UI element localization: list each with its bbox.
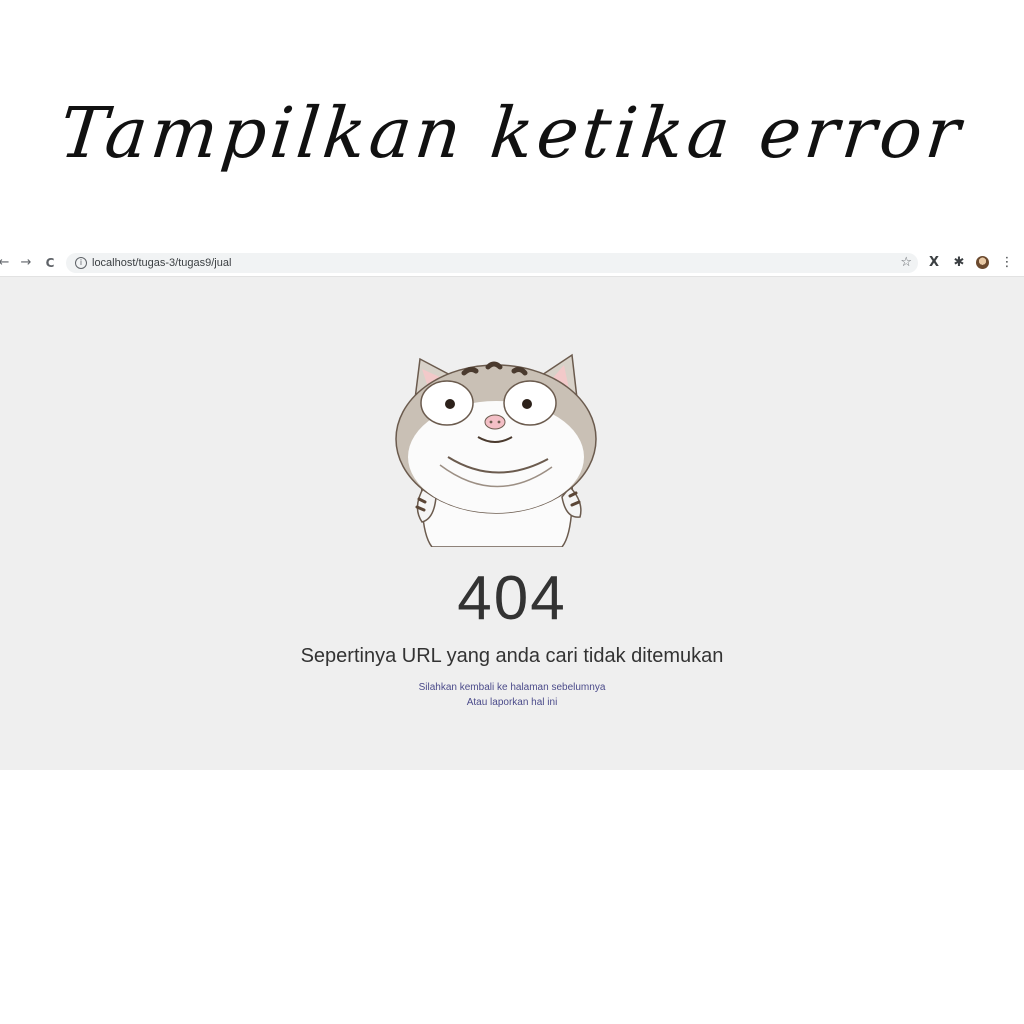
reload-icon[interactable]: C <box>40 253 60 273</box>
report-link[interactable]: Atau laporkan hal ini <box>467 697 558 708</box>
back-link[interactable]: Silahkan kembali ke halaman sebelumnya <box>419 682 606 693</box>
back-arrow-icon[interactable]: ← <box>0 253 14 273</box>
error-code: 404 <box>457 564 567 633</box>
info-icon[interactable]: i <box>75 257 87 269</box>
url-text[interactable]: localhost/tugas-3/tugas9/jual <box>92 253 231 273</box>
bookmark-star-icon[interactable]: ☆ <box>900 253 912 273</box>
profile-avatar[interactable] <box>976 256 989 269</box>
puzzle-extension-icon[interactable]: ✱ <box>950 253 968 273</box>
browser-toolbar: ← → C i localhost/tugas-3/tugas9/jual ☆ … <box>0 250 1024 277</box>
cat-illustration <box>395 353 597 547</box>
forward-arrow-icon[interactable]: → <box>16 253 36 273</box>
error-message: Sepertinya URL yang anda cari tidak dite… <box>300 645 724 667</box>
caption-title: Tampilkan ketika error <box>56 92 968 174</box>
browser-menu-icon[interactable]: ⋮ <box>998 253 1016 273</box>
x-extension-icon[interactable]: X <box>925 253 943 273</box>
address-bar[interactable]: i localhost/tugas-3/tugas9/jual ☆ <box>66 253 918 273</box>
page-viewport: 404 Sepertinya URL yang anda cari tidak … <box>0 277 1024 770</box>
